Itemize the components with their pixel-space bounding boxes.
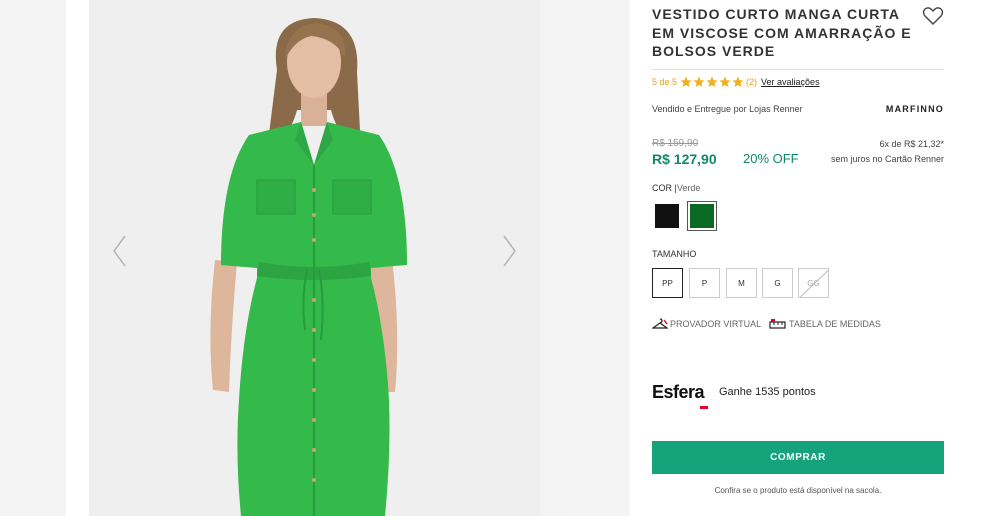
size-option-m[interactable]: M [726, 268, 757, 298]
next-image-button[interactable] [499, 234, 519, 268]
size-option-p[interactable]: P [689, 268, 720, 298]
color-label: COR |Verde [652, 183, 700, 193]
esfera-logo-bar [700, 405, 708, 409]
size-option-pp[interactable]: PP [652, 268, 683, 298]
product-image-next-preview[interactable] [562, 0, 630, 516]
star-icon [719, 76, 731, 87]
swatch-fill-green [690, 204, 714, 228]
heart-icon [922, 7, 944, 25]
size-chart-label: TABELA DE MEDIDAS [789, 319, 881, 329]
esfera-logo: Esfera [652, 381, 710, 409]
product-rating: 5 de 5 (2) Ver avaliações [652, 73, 820, 91]
rating-count: (2) [746, 77, 758, 87]
color-swatch-black[interactable] [652, 201, 682, 231]
measuring-tape-icon [769, 319, 786, 329]
esfera-points-text: Ganhe 1535 pontos [719, 386, 816, 398]
product-image-main[interactable] [89, 0, 540, 516]
installments: 6x de R$ 21,32* [879, 139, 944, 149]
current-price: R$ 127,90 [652, 151, 717, 167]
esfera-logo-text: Esfera [652, 381, 705, 402]
discount-badge: 20% OFF [743, 151, 799, 166]
product-title: VESTIDO CURTO MANGA CURTA EM VISCOSE COM… [652, 6, 912, 59]
size-option-gg[interactable]: GG [798, 268, 829, 298]
chevron-left-icon [113, 235, 126, 267]
star-icon [693, 76, 705, 87]
swatch-fill-black [655, 204, 679, 228]
old-price: R$ 159,90 [652, 138, 699, 149]
gallery-divider [540, 0, 562, 516]
hanger-icon [652, 318, 668, 329]
virtual-fitting-link[interactable]: PROVADOR VIRTUAL [652, 318, 761, 330]
star-icon [706, 76, 718, 87]
size-option-g[interactable]: G [762, 268, 793, 298]
wishlist-button[interactable] [922, 6, 944, 26]
esfera-points: Esfera Ganhe 1535 pontos [652, 372, 944, 412]
chevron-right-icon [503, 235, 516, 267]
installments-note: sem juros no Cartão Renner [830, 154, 944, 164]
size-chart-link[interactable]: TABELA DE MEDIDAS [769, 318, 881, 330]
virtual-fitting-label: PROVADOR VIRTUAL [670, 319, 762, 329]
buy-button[interactable]: COMPRAR [652, 441, 944, 474]
star-icon [732, 76, 744, 87]
color-swatch-green[interactable] [687, 201, 717, 231]
color-label-text: COR | [652, 183, 677, 193]
rating-score: 5 de 5 [652, 77, 678, 87]
rating-stars [680, 76, 744, 88]
prev-image-button[interactable] [110, 234, 130, 268]
star-icon [680, 76, 692, 87]
selected-color: Verde [676, 183, 701, 193]
availability-note: Confira se o produto está disponível na … [714, 486, 882, 495]
size-label: TAMANHO [652, 249, 697, 259]
page-margin-left [0, 0, 66, 516]
title-divider [652, 69, 944, 70]
reviews-link[interactable]: Ver avaliações [761, 77, 820, 87]
seller-info: Vendido e Entregue por Lojas Renner [652, 104, 803, 114]
brand-logo[interactable]: MARFINNO [886, 104, 944, 114]
